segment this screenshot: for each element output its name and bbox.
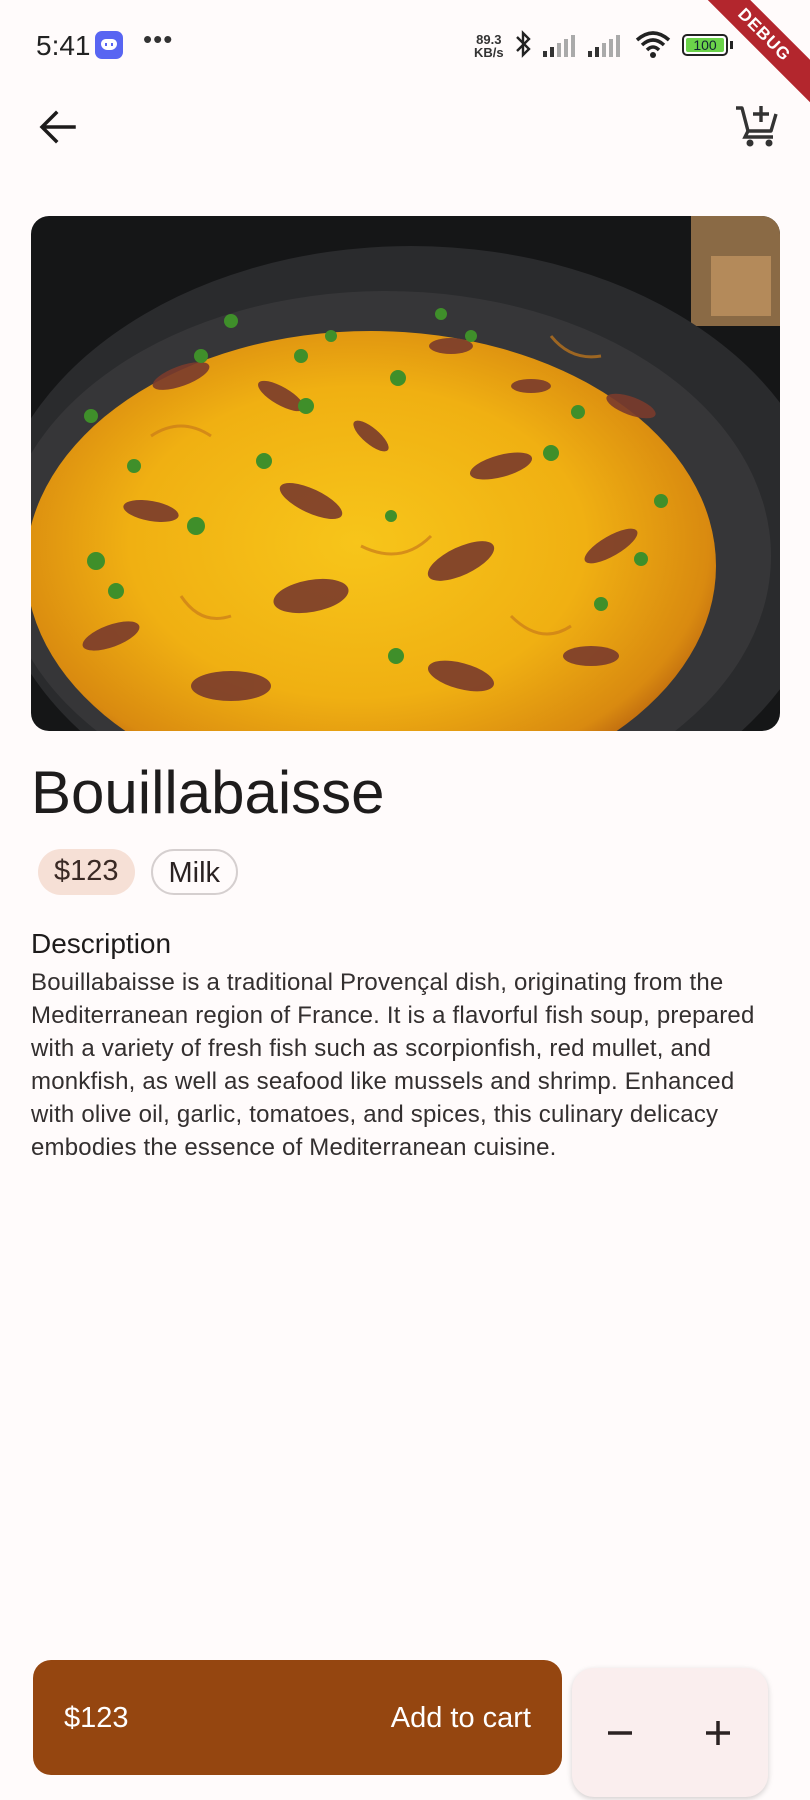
cart-button[interactable]: [733, 101, 781, 149]
signal-icon: [543, 35, 575, 57]
add-to-cart-label: Add to cart: [390, 1702, 531, 1734]
product-title: Bouillabaisse: [31, 759, 385, 826]
decrease-quantity-button[interactable]: [596, 1709, 644, 1757]
bouillabaisse-photo: [31, 216, 780, 731]
battery-level: 100: [686, 38, 724, 52]
quantity-stepper: [572, 1668, 768, 1797]
description-heading: Description: [31, 928, 172, 959]
product-chips: $123 Milk: [38, 849, 239, 895]
more-dots-icon: •••: [143, 24, 174, 54]
bluetooth-icon: [516, 30, 531, 58]
plus-icon: [706, 1721, 730, 1745]
battery-icon: 100: [682, 34, 728, 56]
network-speed: 89.3 KB/s: [474, 33, 504, 59]
battery-cap: [730, 41, 733, 49]
status-time: 5:41: [36, 30, 91, 61]
status-bar: 5:41 ••• 89.3 KB/s 100 DEBUG: [0, 0, 810, 117]
product-detail-screen: 5:41 ••• 89.3 KB/s 100 DEBUG Bouillabais…: [0, 0, 810, 1800]
network-speed-unit: KB/s: [474, 45, 504, 60]
add-to-cart-price: $123: [64, 1702, 129, 1734]
increase-quantity-button[interactable]: [694, 1709, 742, 1757]
wifi-icon: [635, 31, 671, 58]
debug-banner: DEBUG: [682, 0, 810, 117]
add-to-cart-button[interactable]: $123 Add to cart: [33, 1660, 562, 1775]
description-text: Bouillabaisse is a traditional Provençal…: [31, 969, 755, 1161]
tag-chip[interactable]: Milk: [150, 849, 239, 895]
price-chip: $123: [38, 849, 135, 895]
discord-icon: [95, 31, 123, 59]
signal-icon-2: [588, 35, 620, 57]
product-image: [31, 216, 780, 731]
arrow-left-icon: [39, 110, 76, 144]
minus-icon: [608, 1731, 632, 1735]
add-shopping-cart-icon: [736, 106, 778, 147]
back-button[interactable]: [34, 103, 82, 151]
